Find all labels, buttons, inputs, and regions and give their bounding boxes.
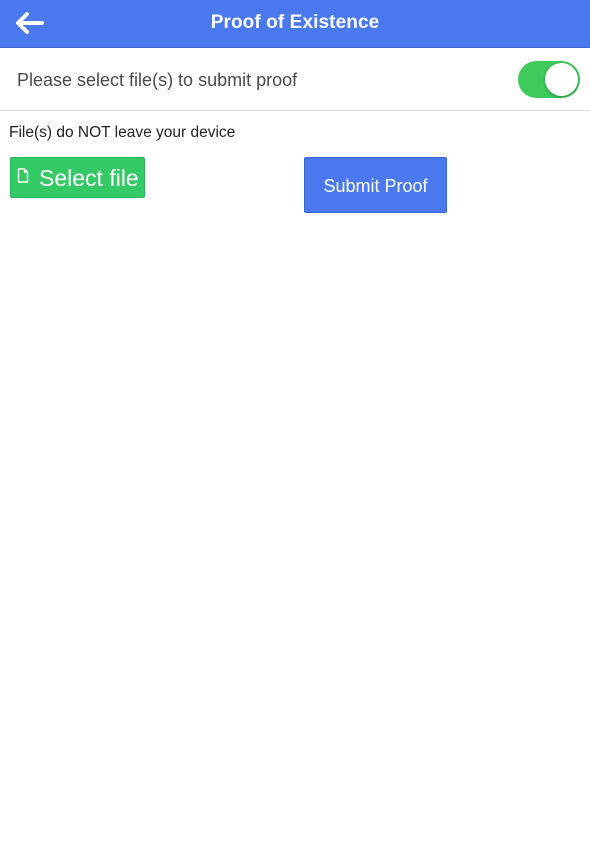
- submit-proof-toggle[interactable]: [518, 61, 580, 98]
- select-file-label: Select file: [39, 165, 139, 191]
- app-header: Proof of Existence: [0, 0, 590, 48]
- submit-proof-button[interactable]: Submit Proof: [304, 157, 447, 213]
- select-file-button[interactable]: Select file: [10, 157, 145, 198]
- toggle-knob: [545, 63, 578, 96]
- file-icon: [17, 168, 29, 183]
- toggle-label: Please select file(s) to submit proof: [17, 70, 298, 90]
- page-title: Proof of Existence: [210, 12, 380, 33]
- privacy-notice: File(s) do NOT leave your device: [9, 124, 236, 141]
- app-screen: Proof of Existence Please select file(s)…: [0, 0, 590, 863]
- select-files-toggle-row: Please select file(s) to submit proof: [0, 49, 590, 111]
